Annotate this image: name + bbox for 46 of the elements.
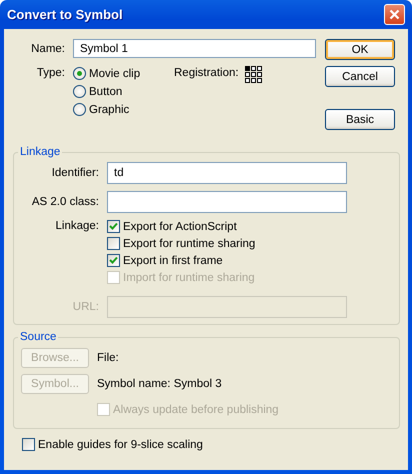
url-label: URL: (72, 301, 99, 313)
dialog-button[interactable]: Basic (325, 109, 395, 130)
type-label: Type: (36, 67, 65, 81)
checkbox-label: Export for runtime sharing (123, 238, 256, 250)
registration-point[interactable] (256, 72, 262, 77)
registration-point[interactable] (256, 66, 262, 71)
class-field[interactable] (107, 191, 347, 213)
registration-point[interactable] (256, 78, 262, 83)
radio-button[interactable] (73, 103, 86, 116)
name-label: Name: (30, 42, 65, 54)
identifier-label: Identifier: (50, 167, 99, 179)
checkbox-label: Export in first frame (123, 254, 223, 266)
radio-label: Button (89, 86, 122, 98)
registration-point[interactable] (244, 72, 250, 77)
file-label: File: (97, 352, 119, 364)
checkbox[interactable] (107, 254, 120, 267)
radio-label: Movie clip (89, 68, 140, 80)
name-field[interactable]: Symbol 1 (73, 39, 316, 58)
dialog-button[interactable]: Cancel (325, 66, 395, 87)
identifier-field[interactable]: td (107, 162, 347, 184)
group-title: Linkage (19, 146, 62, 158)
checkbox-label: Export for ActionScript (123, 220, 237, 232)
checkbox-label: Always update before publishing (113, 404, 279, 416)
radio-label: Graphic (89, 104, 130, 116)
radio-button[interactable] (73, 85, 86, 98)
registration-label: Registration: (174, 67, 239, 79)
checkbox-label: Enable guides for 9-slice scaling (38, 438, 203, 450)
close-icon[interactable] (384, 4, 405, 25)
checkbox-label: Import for runtime sharing (123, 272, 255, 284)
symbol-name-text: Symbol name: Symbol 3 (97, 378, 222, 390)
class-label: AS 2.0 class: (30, 196, 99, 208)
registration-point[interactable] (250, 72, 256, 77)
registration-point[interactable] (244, 78, 250, 83)
dialog-button[interactable]: OK (325, 39, 395, 60)
registration-point[interactable] (250, 66, 256, 71)
registration-point[interactable] (244, 66, 250, 71)
checkbox[interactable] (107, 220, 120, 233)
checkbox[interactable] (107, 237, 120, 250)
window-title: Convert to Symbol (7, 7, 123, 22)
linkage-label: Linkage: (54, 220, 99, 232)
group-title: Source (19, 331, 58, 343)
check-icon (109, 222, 118, 231)
registration-point[interactable] (250, 78, 256, 83)
radio-button[interactable] (73, 67, 86, 80)
check-icon (109, 256, 118, 265)
checkbox[interactable] (22, 438, 35, 451)
